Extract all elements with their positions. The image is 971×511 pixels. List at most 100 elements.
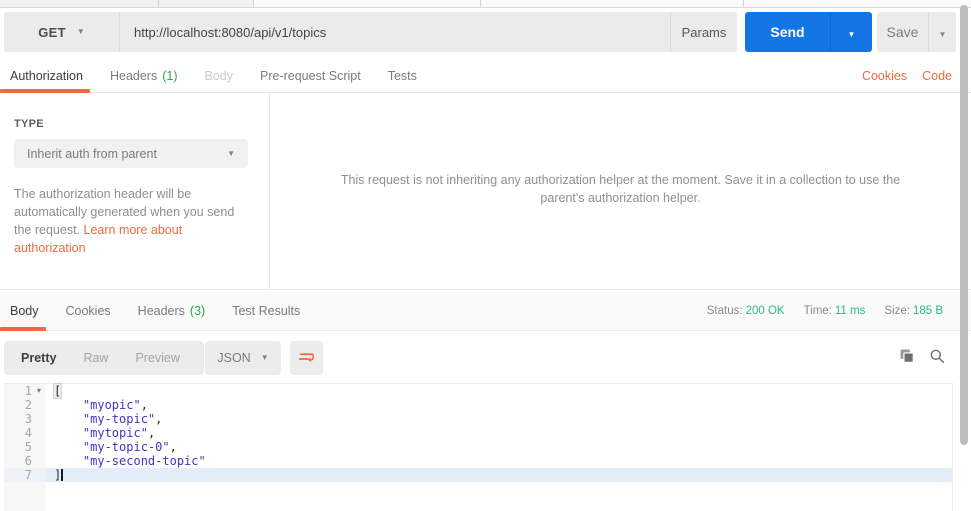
view-mode-pretty[interactable]: Pretty: [21, 351, 56, 365]
view-mode-preview[interactable]: Preview: [135, 351, 179, 365]
line-number: 7: [24, 468, 32, 482]
tab-label: Tests: [387, 69, 417, 83]
response-actions: [898, 347, 945, 364]
json-token: ,: [140, 398, 148, 412]
line-number: 6: [24, 454, 32, 468]
tab-authorization[interactable]: Authorization: [0, 60, 90, 93]
authorization-panel: TYPE Inherit auth from parent ▼ The auth…: [0, 94, 971, 290]
tab-body[interactable]: Body: [205, 60, 234, 92]
meta-label: Time:: [803, 304, 832, 317]
code-line[interactable]: 4 "mytopic",: [4, 426, 952, 440]
wrap-lines-icon: [298, 353, 314, 363]
line-content: ]: [46, 468, 952, 482]
line-content: "mytopic",: [46, 426, 952, 440]
send-button[interactable]: Send: [745, 12, 830, 52]
workspace-tab[interactable]: [743, 0, 971, 7]
fold-toggle-icon[interactable]: ▾: [32, 384, 46, 398]
meta-label: Size:: [884, 304, 910, 317]
line-content: "myopic",: [46, 398, 952, 412]
line-content: "my-topic",: [46, 412, 952, 426]
response-toolbar: Pretty Raw Preview JSON ▼: [0, 332, 971, 382]
tab-headers[interactable]: Headers (1): [110, 60, 178, 92]
tab-label: Headers: [137, 303, 185, 318]
tab-label: Pre-request Script: [260, 69, 361, 83]
chevron-down-icon: ▼: [260, 353, 269, 362]
tab-label: Body: [204, 69, 234, 83]
code-line[interactable]: 2 "myopic",: [4, 398, 952, 412]
line-gutter: 3: [4, 412, 46, 426]
line-gutter: 5: [4, 440, 46, 454]
line-number: 3: [24, 412, 32, 426]
auth-type-value: Inherit auth from parent: [27, 146, 157, 161]
response-tabs: Body Cookies Headers (3) Test Results: [0, 291, 300, 331]
response-tab-body[interactable]: Body: [0, 291, 45, 331]
search-icon[interactable]: [929, 347, 945, 364]
tab-separator: [743, 0, 744, 7]
code-line[interactable]: 7]: [4, 468, 952, 482]
workspace-tab-strip: [0, 0, 971, 8]
json-string-token: "mytopic": [82, 426, 148, 440]
line-gutter: 2: [4, 398, 46, 412]
json-string-token: "myopic": [82, 398, 141, 412]
url-input[interactable]: [120, 12, 670, 52]
auth-helper-message: This request is not inheriting any autho…: [340, 172, 901, 205]
auth-type-dropdown[interactable]: Inherit auth from parent ▼: [14, 139, 248, 168]
tab-label: Test Results: [232, 303, 301, 318]
view-mode-group: Pretty Raw Preview: [4, 341, 204, 375]
meta-value: 11 ms: [834, 304, 866, 317]
code-line[interactable]: 6 "my-second-topic": [4, 454, 952, 468]
tab-separator: [480, 0, 481, 7]
url-group: GET ▼ Params: [4, 12, 737, 52]
wrap-lines-button[interactable]: [290, 341, 323, 375]
tab-label: Headers: [109, 69, 158, 83]
line-number: 2: [24, 398, 32, 412]
send-button-group: Send ▼: [745, 12, 872, 52]
tab-tests[interactable]: Tests: [388, 60, 417, 92]
format-dropdown[interactable]: JSON ▼: [205, 341, 281, 375]
method-dropdown[interactable]: GET ▼: [4, 12, 120, 52]
line-content: [: [46, 383, 952, 399]
copy-icon[interactable]: [898, 347, 915, 364]
save-button[interactable]: Save: [877, 12, 928, 52]
tab-count-badge: (1): [162, 69, 178, 83]
json-string-token: "my-second-topic": [82, 454, 206, 468]
response-tab-headers[interactable]: Headers (3): [138, 291, 206, 330]
save-options-button[interactable]: ▼: [928, 12, 956, 52]
view-mode-raw[interactable]: Raw: [83, 351, 108, 365]
scrollbar-thumb[interactable]: [960, 5, 968, 445]
send-options-button[interactable]: ▼: [830, 12, 872, 52]
line-number: 5: [24, 440, 32, 454]
code-line[interactable]: 3 "my-topic",: [4, 412, 952, 426]
response-tab-cookies[interactable]: Cookies: [66, 291, 111, 330]
workspace-tab[interactable]: [253, 0, 743, 7]
json-string-token: "my-topic": [82, 412, 156, 426]
response-tab-test-results[interactable]: Test Results: [232, 291, 300, 330]
response-size: Size: 185 B: [884, 305, 943, 317]
code-line[interactable]: 5 "my-topic-0",: [4, 440, 952, 454]
tab-separator: [158, 0, 159, 7]
code-link[interactable]: Code: [922, 69, 952, 83]
save-button-group: Save ▼: [877, 12, 956, 52]
cookies-link[interactable]: Cookies: [862, 69, 907, 83]
tab-pre-request-script[interactable]: Pre-request Script: [260, 60, 361, 92]
postman-app: GET ▼ Params Send ▼ Save ▼ Authorization…: [0, 0, 971, 511]
json-token: ]: [54, 468, 62, 482]
line-gutter: 7: [4, 468, 46, 482]
response-body-editor[interactable]: 1 ▾[2 "myopic", 3 "my-topic", 4 "mytopic", 5…: [4, 383, 953, 511]
response-header: Body Cookies Headers (3) Test Results Status…: [0, 291, 971, 331]
tab-label: Cookies: [65, 303, 111, 318]
json-token: ,: [155, 412, 163, 426]
tab-count-badge: (3): [189, 303, 206, 318]
tab-label: Authorization: [10, 69, 83, 83]
auth-preview-panel: This request is not inheriting any autho…: [270, 94, 971, 289]
json-string-token: "my-topic-0": [82, 440, 170, 454]
response-status: Status: 200 OK: [707, 305, 785, 317]
code-line[interactable]: 1 ▾ [: [4, 383, 952, 399]
params-button[interactable]: Params: [670, 12, 737, 52]
line-number: 1: [24, 384, 32, 398]
